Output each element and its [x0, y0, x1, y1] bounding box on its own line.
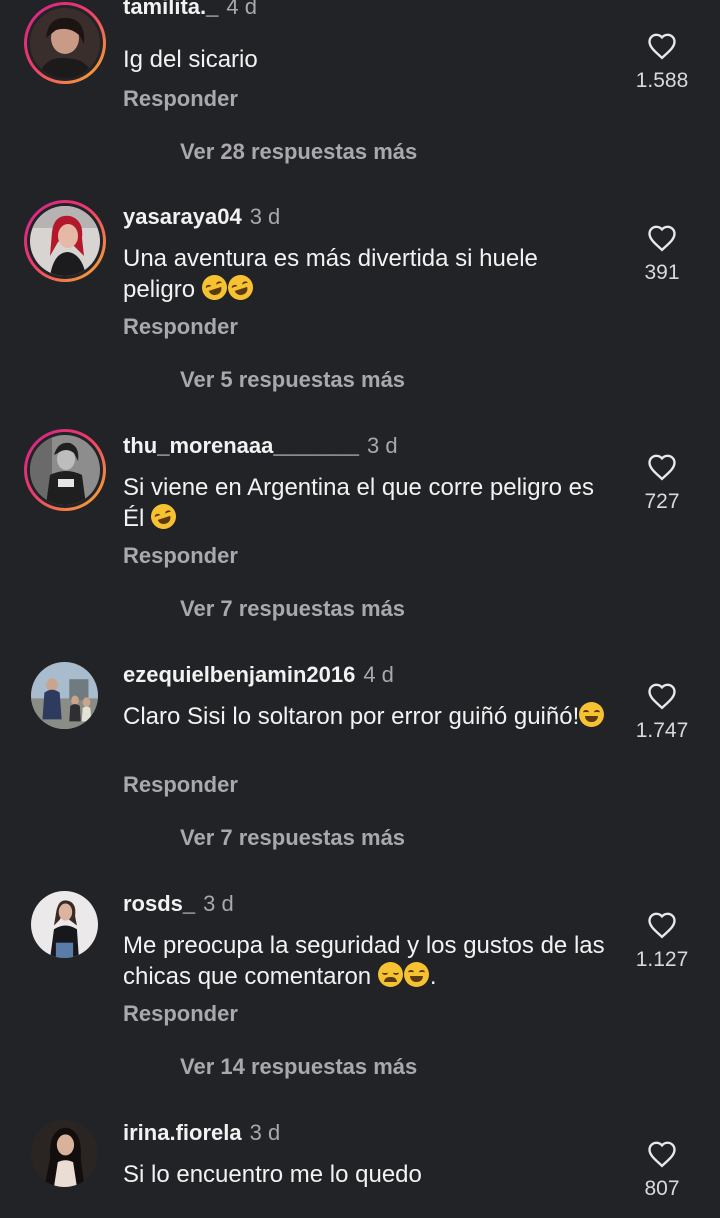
comment-timestamp: 3 d	[367, 433, 398, 458]
comment-text-content: Me preocupa la seguridad y los gustos de…	[123, 932, 605, 990]
rolling-on-floor-laughing-icon	[224, 271, 256, 304]
reply-button[interactable]: Responder	[123, 543, 238, 569]
avatar-photo	[30, 435, 100, 505]
comment-timestamp: 4 d	[363, 662, 394, 687]
comment-text: Claro Sisi lo soltaron por error guiñó g…	[123, 701, 613, 732]
heart-outline-icon	[648, 454, 676, 481]
comment-text-content: Claro Sisi lo soltaron por error guiñó g…	[123, 703, 580, 730]
like-button[interactable]: 391	[632, 224, 692, 286]
like-count: 1.747	[635, 719, 689, 742]
reply-button[interactable]: Responder	[123, 314, 238, 340]
comment-text-suffix: .	[429, 963, 437, 990]
comment-text-content: Si viene en Argentina el que corre pelig…	[123, 474, 594, 532]
comment-item: yasaraya04 3 d Una aventura es más divert…	[0, 200, 720, 429]
heart-outline-icon	[648, 683, 676, 710]
heart-outline-icon	[648, 912, 676, 939]
rolling-on-floor-laughing-icon	[198, 271, 230, 304]
comment-item: rosds_ 3 d Me preocupa la seguridad y los…	[0, 887, 720, 1116]
avatar-photo	[31, 662, 98, 729]
comment-text-content: Ig del sicario	[123, 46, 258, 73]
like-count: 727	[644, 490, 680, 513]
rolling-on-floor-laughing-icon	[147, 500, 180, 533]
avatar-photo	[31, 891, 98, 958]
like-button[interactable]: 807	[632, 1140, 692, 1202]
like-button[interactable]: 1.588	[632, 32, 692, 94]
reply-button[interactable]: Responder	[123, 86, 238, 112]
comment-item: ezequielbenjamin2016 4 d Claro Sisi lo so…	[0, 658, 720, 887]
like-button[interactable]: 1.747	[632, 682, 692, 744]
view-more-replies-button[interactable]: Ver 14 respuestas más	[180, 1054, 417, 1080]
like-count: 1.127	[635, 948, 689, 971]
comment-username[interactable]: rosds_	[123, 891, 195, 916]
view-more-replies-button[interactable]: Ver 7 respuestas más	[180, 596, 405, 622]
avatar[interactable]	[24, 429, 106, 511]
grinning-sweat-icon	[579, 702, 605, 727]
comment-text-content: Si lo encuentro me lo quedo	[123, 1161, 422, 1188]
view-more-replies-button[interactable]: Ver 28 respuestas más	[180, 139, 417, 165]
comment-item: tamilita._ 4 d Ig del sicario Responder 1…	[0, 0, 720, 231]
like-button[interactable]: 727	[632, 453, 692, 515]
avatar[interactable]	[31, 891, 98, 958]
comments-feed: tamilita._ 4 d Ig del sicario Responder 1…	[0, 0, 720, 1218]
comment-item: thu_morenaaa_______ 3 d Si viene en Argen…	[0, 429, 720, 658]
avatar-photo	[30, 8, 100, 78]
avatar[interactable]	[24, 200, 106, 282]
comment-text: Si lo encuentro me lo quedo	[123, 1159, 613, 1190]
view-more-replies-button[interactable]: Ver 5 respuestas más	[180, 367, 405, 393]
comment-timestamp: 3 d	[203, 891, 234, 916]
like-count: 807	[644, 1177, 680, 1200]
comment-item: irina.fiorela 3 d Si lo encuentro me lo q…	[0, 1116, 720, 1218]
avatar-photo	[30, 206, 100, 276]
weary-face-icon	[377, 962, 403, 987]
comment-timestamp: 3 d	[249, 1120, 281, 1145]
comment-username[interactable]: thu_morenaaa_______	[123, 433, 359, 458]
view-more-replies-button[interactable]: Ver 7 respuestas más	[180, 825, 405, 851]
avatar[interactable]	[31, 1120, 98, 1187]
reply-button[interactable]: Responder	[123, 1001, 238, 1027]
heart-outline-icon	[648, 1141, 676, 1168]
comment-username[interactable]: yasaraya04	[123, 204, 242, 229]
comment-text: Me preocupa la seguridad y los gustos de…	[123, 930, 613, 992]
heart-outline-icon	[648, 33, 676, 60]
like-count: 1.588	[635, 69, 689, 92]
comment-timestamp: 4 d	[226, 0, 257, 19]
comment-text: Si viene en Argentina el que corre pelig…	[123, 472, 613, 534]
grinning-sweat-icon	[403, 962, 429, 987]
comment-username[interactable]: ezequielbenjamin2016	[123, 662, 355, 687]
comment-username[interactable]: tamilita._	[123, 0, 218, 19]
comment-username[interactable]: irina.fiorela	[123, 1120, 242, 1145]
like-button[interactable]: 1.127	[632, 911, 692, 973]
reply-button[interactable]: Responder	[123, 772, 238, 798]
avatar[interactable]	[24, 2, 106, 84]
comment-text: Una aventura es más divertida si huele p…	[123, 243, 613, 305]
avatar[interactable]	[31, 662, 98, 729]
heart-outline-icon	[648, 225, 676, 252]
comment-text: Ig del sicario	[123, 44, 613, 75]
like-count: 391	[644, 261, 680, 284]
comment-text-content: Una aventura es más divertida si huele p…	[123, 245, 538, 303]
avatar-photo	[31, 1120, 98, 1187]
comment-timestamp: 3 d	[249, 204, 281, 229]
